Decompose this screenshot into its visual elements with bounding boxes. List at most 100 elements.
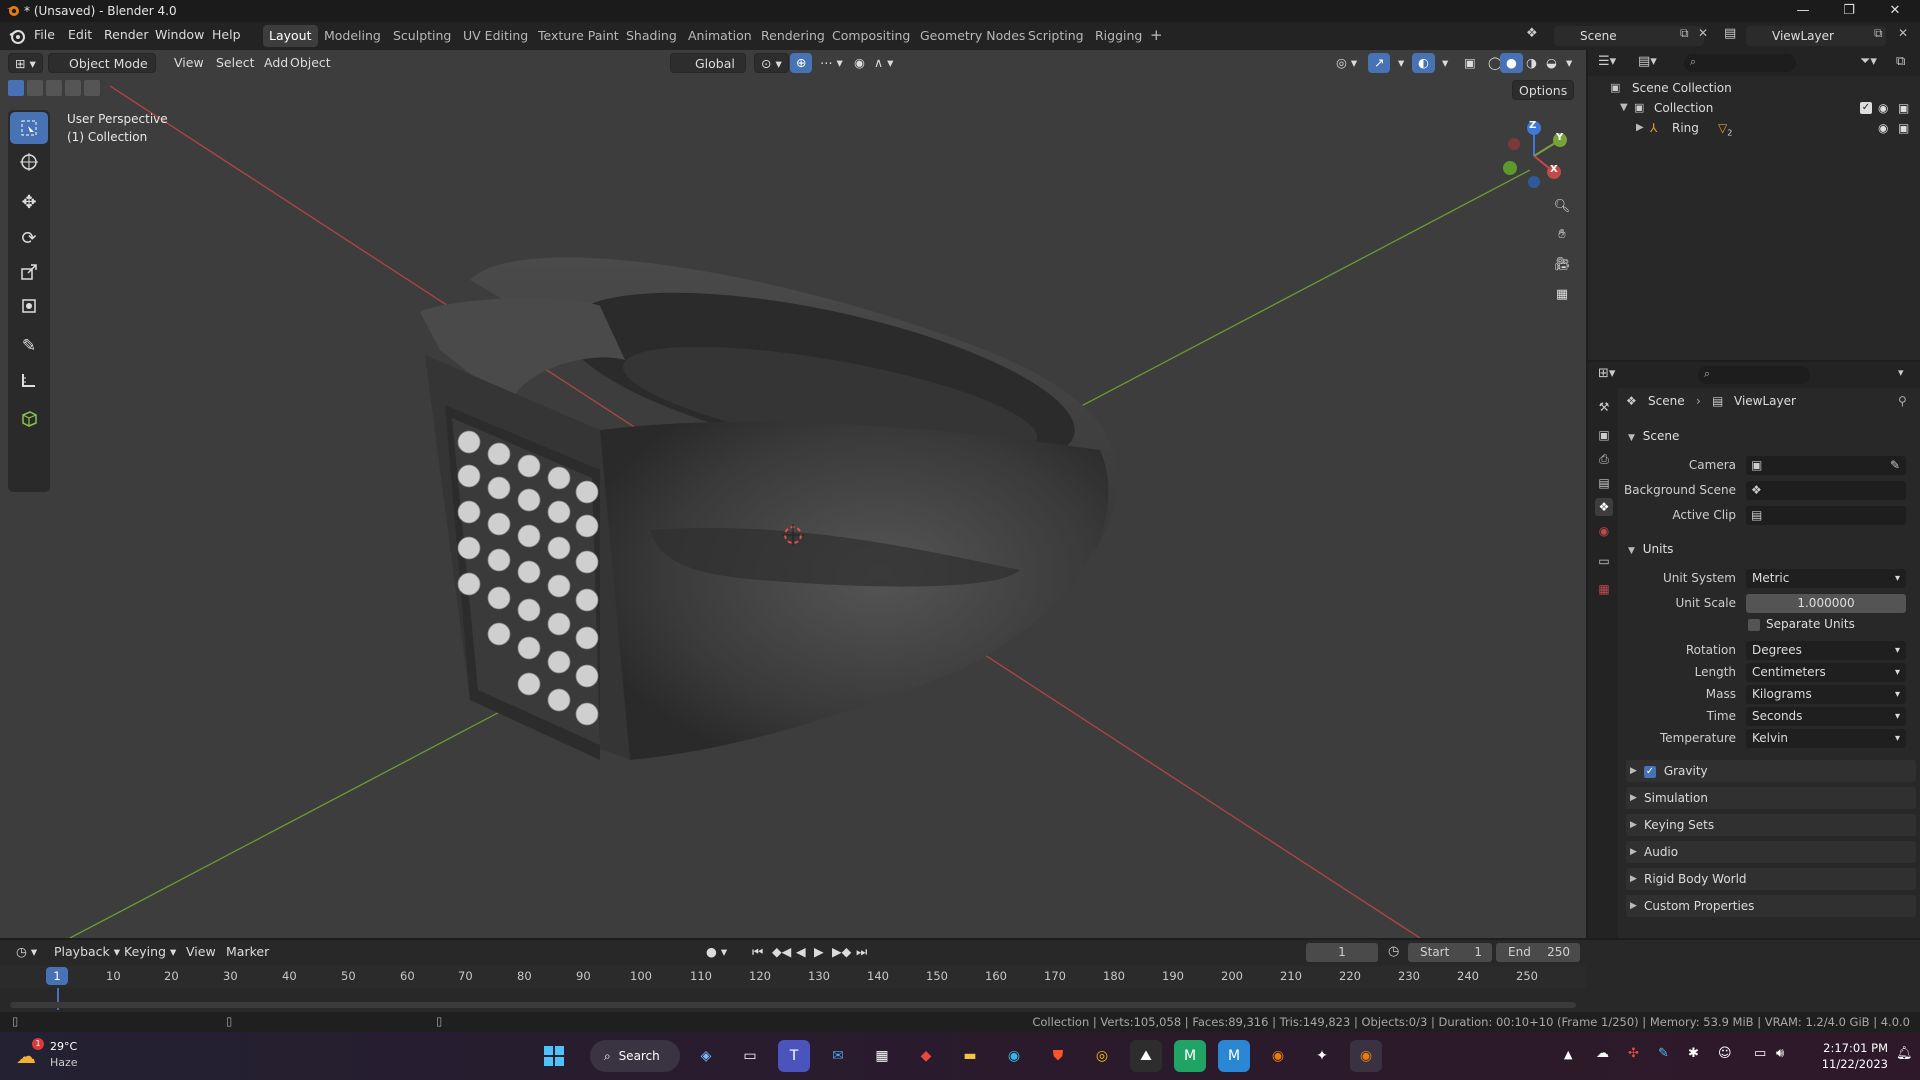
menu-select[interactable]: Select <box>210 53 261 73</box>
taskbar-search[interactable]: ⌕ Search <box>590 1040 680 1072</box>
custom-properties-panel[interactable]: ▶ Custom Properties <box>1626 895 1916 917</box>
mail-icon[interactable]: ✉ <box>822 1040 854 1072</box>
outliner-row-ring[interactable]: ▶ ⅄ Ring ▽2 ◉ ▣ <box>1588 118 1920 138</box>
minimize-button[interactable]: — <box>1780 0 1826 22</box>
discord-icon[interactable]: ☺ <box>1718 1046 1732 1061</box>
pan-hand-icon[interactable]: ✋︎ <box>1550 222 1574 246</box>
close-button[interactable]: ✕ <box>1872 0 1918 22</box>
tool-tab-icon[interactable]: ⚒ <box>1595 398 1613 416</box>
menu-help[interactable]: Help <box>212 27 241 42</box>
viewlayer-icon[interactable]: ▤ <box>1724 26 1736 41</box>
select-subtract-icon[interactable] <box>46 80 62 96</box>
rotation-dropdown[interactable]: Degrees ▾ <box>1746 641 1906 660</box>
3d-viewport[interactable]: ⊞ ▾ Object Mode View Select Add Object G… <box>0 50 1586 938</box>
blender-active-taskbar-icon[interactable]: ◉ <box>1350 1040 1382 1072</box>
new-viewlayer-icon[interactable]: ⧉ <box>1874 26 1883 41</box>
tab-shading[interactable]: Shading <box>620 25 683 47</box>
menu-file[interactable]: File <box>34 27 55 42</box>
gravity-panel[interactable]: ▶ ✓ Gravity <box>1626 760 1916 782</box>
onedrive-icon[interactable]: ☁ <box>1596 1046 1609 1061</box>
expand-arrow-icon[interactable]: ▼ <box>1620 98 1628 118</box>
tab-animation[interactable]: Animation <box>682 25 758 47</box>
brave-icon[interactable]: ⛊ <box>1042 1040 1074 1072</box>
tray-pen-icon[interactable]: ✎ <box>1658 1046 1669 1061</box>
current-frame-field[interactable]: 1 <box>1306 943 1378 962</box>
units-panel-header[interactable]: ▼ Units <box>1628 537 1918 561</box>
exclude-checkbox[interactable]: ✓ <box>1860 102 1872 114</box>
scene-panel-header[interactable]: ▼ Scene <box>1628 424 1918 448</box>
snap-toggle-icon[interactable]: ⊕ <box>790 53 813 73</box>
menu-render[interactable]: Render <box>104 27 149 42</box>
keying-sets-panel[interactable]: ▶ Keying Sets <box>1626 814 1916 836</box>
task-view-icon[interactable]: ▭ <box>734 1040 766 1072</box>
camera-field[interactable]: ▣ ✎ <box>1746 456 1906 475</box>
background-scene-field[interactable]: ❖ <box>1746 481 1906 500</box>
network-icon[interactable]: ▭ <box>1754 1046 1766 1061</box>
snap-target-icon[interactable]: ⋯ ▾ <box>814 53 849 73</box>
visibility-icon[interactable]: ◎ ▾ <box>1330 53 1363 73</box>
pin-icon[interactable]: ⚲ <box>1898 394 1907 408</box>
menu-view[interactable]: View <box>168 53 210 73</box>
pivot-point-button[interactable]: ⊙ ▾ <box>754 53 789 73</box>
delete-viewlayer-icon[interactable]: ✕ <box>1898 26 1908 40</box>
app-m-green-icon[interactable]: M <box>1174 1040 1206 1072</box>
blender-menu-icon[interactable] <box>8 27 26 45</box>
chrome-icon[interactable]: ◎ <box>1086 1040 1118 1072</box>
add-workspace-icon[interactable]: + <box>1150 26 1163 44</box>
options-button[interactable]: Options <box>1512 80 1575 100</box>
tab-scripting[interactable]: Scripting <box>1022 25 1090 47</box>
tab-sculpting[interactable]: Sculpting <box>387 25 457 47</box>
3d-cursor-icon[interactable] <box>782 524 804 546</box>
rotate-tool[interactable]: ⟳ <box>10 222 48 254</box>
tab-rendering[interactable]: Rendering <box>755 25 831 47</box>
gravity-checkbox[interactable]: ✓ <box>1644 765 1656 778</box>
outliner-row-scene-collection[interactable]: ▣ Scene Collection <box>1588 78 1920 98</box>
unit-system-dropdown[interactable]: Metric ▾ <box>1746 569 1906 588</box>
menu-object[interactable]: Object <box>284 53 337 73</box>
tab-geometry-nodes[interactable]: Geometry Nodes <box>914 25 1031 47</box>
temperature-dropdown[interactable]: Kelvin ▾ <box>1746 729 1906 748</box>
outliner-editor-type-icon[interactable]: ☰▾ <box>1598 54 1616 69</box>
select-box-tool[interactable] <box>10 112 48 144</box>
tab-modeling[interactable]: Modeling <box>318 25 387 47</box>
rigid-body-world-panel[interactable]: ▶ Rigid Body World <box>1626 868 1916 890</box>
length-dropdown[interactable]: Centimeters ▾ <box>1746 663 1906 682</box>
gizmo-dropdown-icon[interactable]: ▾ <box>1392 53 1410 73</box>
preview-range-icon[interactable]: ◷ <box>1388 944 1399 959</box>
time-dropdown[interactable]: Seconds ▾ <box>1746 707 1906 726</box>
tab-compositing[interactable]: Compositing <box>826 25 916 47</box>
tray-app-icon[interactable]: ✣ <box>1628 1046 1639 1061</box>
tray-hub-icon[interactable]: ✱ <box>1688 1046 1699 1061</box>
copilot-icon[interactable]: ◈ <box>690 1040 722 1072</box>
eye-icon[interactable]: ◉ <box>1878 118 1888 138</box>
timeline-scrollbar[interactable] <box>10 1002 1576 1008</box>
menu-marker[interactable]: Marker <box>220 942 275 962</box>
new-scene-icon[interactable]: ⧉ <box>1680 26 1689 41</box>
audio-panel[interactable]: ▶ Audio <box>1626 841 1916 863</box>
mesh-data-icon[interactable]: ▽2 <box>1718 118 1732 143</box>
delete-scene-icon[interactable]: ✕ <box>1698 26 1708 40</box>
eyedropper-icon[interactable]: ✎ <box>1890 456 1900 475</box>
file-explorer-icon[interactable]: ▬ <box>954 1040 986 1072</box>
new-collection-icon[interactable]: ⧉ <box>1896 54 1905 69</box>
measure-tool[interactable] <box>10 364 48 396</box>
blender-taskbar-icon[interactable]: ◉ <box>1262 1040 1294 1072</box>
camera-view-icon[interactable]: 🎥︎ <box>1550 252 1574 276</box>
start-button[interactable] <box>538 1040 570 1072</box>
tab-layout[interactable]: Layout <box>263 25 318 47</box>
timeline-ruler[interactable]: 10 20 30 40 50 60 70 80 90 100 110 120 1… <box>0 966 1586 988</box>
maximize-button[interactable]: ❐ <box>1826 0 1872 22</box>
expand-arrow-icon[interactable]: ▶ <box>1636 118 1644 138</box>
outliner-row-collection[interactable]: ▼ ▣ Collection ✓ ◉ ▣ <box>1588 98 1920 118</box>
ortho-toggle-icon[interactable]: ▦ <box>1550 282 1574 306</box>
navigation-gizmo[interactable]: Z Y X <box>1496 116 1572 192</box>
tab-rigging[interactable]: Rigging <box>1089 25 1148 47</box>
render-camera-icon[interactable]: ▣ <box>1898 118 1909 138</box>
photo-app-icon[interactable]: ⛰ <box>1130 1040 1162 1072</box>
scene-selector-icon[interactable]: ❖ <box>1526 26 1538 41</box>
tab-texture-paint[interactable]: Texture Paint <box>532 25 625 47</box>
render-tab-icon[interactable]: ▣ <box>1595 426 1613 444</box>
menu-edit[interactable]: Edit <box>68 27 92 42</box>
active-clip-field[interactable]: ▤ <box>1746 506 1906 525</box>
select-invert-icon[interactable] <box>65 80 81 96</box>
